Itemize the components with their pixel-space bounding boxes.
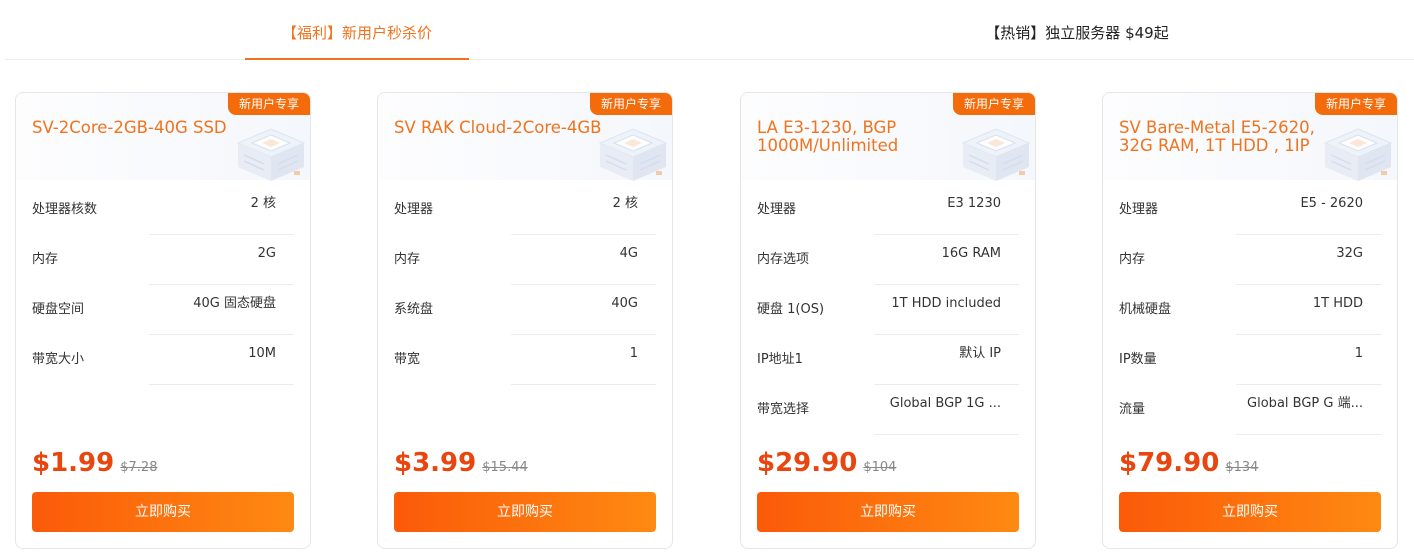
product-tabs: 【福利】新用户秒杀价 【热销】独立服务器 $49起 (5, 0, 1414, 60)
card-header: SV-2Core-2GB-40G SSD 新用户专享 (16, 93, 310, 181)
spec-row: 硬盘空间 40G 固态硬盘 (32, 285, 294, 335)
product-title[interactable]: SV-2Core-2GB-40G SSD (32, 119, 254, 137)
current-price: $1.99 (32, 448, 115, 478)
price-block: $3.99 $15.44 (394, 448, 528, 478)
product-title[interactable]: SV Bare-Metal E5-2620, 32G RAM, 1T HDD ,… (1119, 119, 1341, 155)
spec-row: IP数量 1 (1119, 335, 1381, 385)
spec-label: IP地址1 (757, 352, 803, 367)
new-user-badge: 新用户专享 (227, 93, 310, 115)
new-user-badge: 新用户专享 (1314, 93, 1397, 115)
spec-value: 1T HDD included (891, 296, 1001, 311)
spec-row: 硬盘 1(OS) 1T HDD included (757, 285, 1019, 335)
product-title[interactable]: LA E3-1230, BGP 1000M/Unlimited (757, 119, 979, 155)
tab-new-user-flash-sale[interactable]: 【福利】新用户秒杀价 (245, 0, 469, 60)
spec-label: 带宽选择 (757, 402, 810, 417)
spec-row: 处理器 E3 1230 (757, 185, 1019, 235)
price-block: $79.90 $134 (1119, 448, 1258, 478)
buy-now-button[interactable]: 立即购买 (1119, 492, 1381, 532)
spec-row: 内存选项 16G RAM (757, 235, 1019, 285)
spec-row: 处理器 E5 - 2620 (1119, 185, 1381, 235)
spec-value: Global BGP G 端... (1247, 396, 1363, 411)
original-price: $134 (1225, 460, 1259, 475)
spec-value: 1 (629, 346, 638, 361)
original-price: $7.28 (120, 460, 158, 475)
original-price: $15.44 (482, 460, 528, 475)
spec-value: E5 - 2620 (1300, 196, 1363, 211)
spec-divider (1236, 434, 1381, 435)
spec-row: IP地址1 默认 IP (757, 335, 1019, 385)
spec-row: 系统盘 40G (394, 285, 656, 335)
spec-row: 带宽 1 (394, 335, 656, 385)
spec-row: 处理器 2 核 (394, 185, 656, 235)
spec-label: 硬盘空间 (32, 302, 85, 317)
spec-value: 16G RAM (941, 246, 1001, 261)
product-card: SV RAK Cloud-2Core-4GB 新用户专享 处理器 2 核 内存 … (377, 92, 673, 549)
buy-now-button[interactable]: 立即购买 (757, 492, 1019, 532)
new-user-badge: 新用户专享 (589, 93, 672, 115)
buy-now-button[interactable]: 立即购买 (394, 492, 656, 532)
spec-label: 内存 (1119, 252, 1146, 267)
spec-label: 内存 (32, 252, 59, 267)
tab-dedicated-servers[interactable]: 【热销】独立服务器 $49起 (965, 0, 1189, 60)
spec-row: 内存 4G (394, 235, 656, 285)
spec-row: 处理器核数 2 核 (32, 185, 294, 235)
spec-value: 1T HDD (1312, 296, 1363, 311)
spec-value: 4G (619, 246, 638, 261)
current-price: $3.99 (394, 448, 477, 478)
price-block: $1.99 $7.28 (32, 448, 157, 478)
spec-value: 40G (611, 296, 638, 311)
spec-row: 流量 Global BGP G 端... (1119, 385, 1381, 435)
spec-value: 32G (1336, 246, 1363, 261)
spec-row: 内存 32G (1119, 235, 1381, 285)
spec-label: 硬盘 1(OS) (757, 302, 825, 317)
product-title[interactable]: SV RAK Cloud-2Core-4GB (394, 119, 616, 137)
price-block: $29.90 $104 (757, 448, 896, 478)
spec-value: 默认 IP (959, 346, 1001, 361)
current-price: $79.90 (1119, 448, 1220, 478)
spec-label: 流量 (1119, 402, 1146, 417)
spec-value: 2 核 (612, 196, 638, 211)
spec-value: 2 核 (250, 196, 276, 211)
spec-label: 处理器 (1119, 202, 1159, 217)
product-card: LA E3-1230, BGP 1000M/Unlimited 新用户专享 处理… (740, 92, 1036, 549)
original-price: $104 (863, 460, 897, 475)
spec-value: Global BGP 1G ... (889, 396, 1001, 411)
spec-divider (149, 384, 294, 385)
spec-value: 40G 固态硬盘 (193, 296, 276, 311)
product-card: SV Bare-Metal E5-2620, 32G RAM, 1T HDD ,… (1102, 92, 1398, 549)
spec-label: 处理器 (757, 202, 797, 217)
spec-label: 带宽大小 (32, 352, 85, 367)
spec-row: 机械硬盘 1T HDD (1119, 285, 1381, 335)
spec-value: 10M (248, 346, 276, 361)
spec-row: 带宽选择 Global BGP 1G ... (757, 385, 1019, 435)
spec-value: 2G (257, 246, 276, 261)
product-card: SV-2Core-2GB-40G SSD 新用户专享 处理器核数 2 核 内存 … (15, 92, 311, 549)
spec-label: 内存选项 (757, 252, 810, 267)
spec-row: 带宽大小 10M (32, 335, 294, 385)
spec-row: 内存 2G (32, 235, 294, 285)
buy-now-button[interactable]: 立即购买 (32, 492, 294, 532)
new-user-badge: 新用户专享 (952, 93, 1035, 115)
spec-label: 机械硬盘 (1119, 302, 1172, 317)
spec-value: E3 1230 (947, 196, 1001, 211)
card-header: SV Bare-Metal E5-2620, 32G RAM, 1T HDD ,… (1103, 93, 1397, 181)
card-header: LA E3-1230, BGP 1000M/Unlimited 新用户专享 (741, 93, 1035, 181)
spec-label: 处理器核数 (32, 202, 98, 217)
spec-label: 内存 (394, 252, 421, 267)
spec-label: 处理器 (394, 202, 434, 217)
current-price: $29.90 (757, 448, 858, 478)
spec-divider (874, 434, 1019, 435)
spec-label: 系统盘 (394, 302, 434, 317)
spec-value: 1 (1354, 346, 1363, 361)
spec-label: IP数量 (1119, 352, 1157, 367)
spec-divider (511, 384, 656, 385)
card-header: SV RAK Cloud-2Core-4GB 新用户专享 (378, 93, 672, 181)
spec-label: 带宽 (394, 352, 421, 367)
